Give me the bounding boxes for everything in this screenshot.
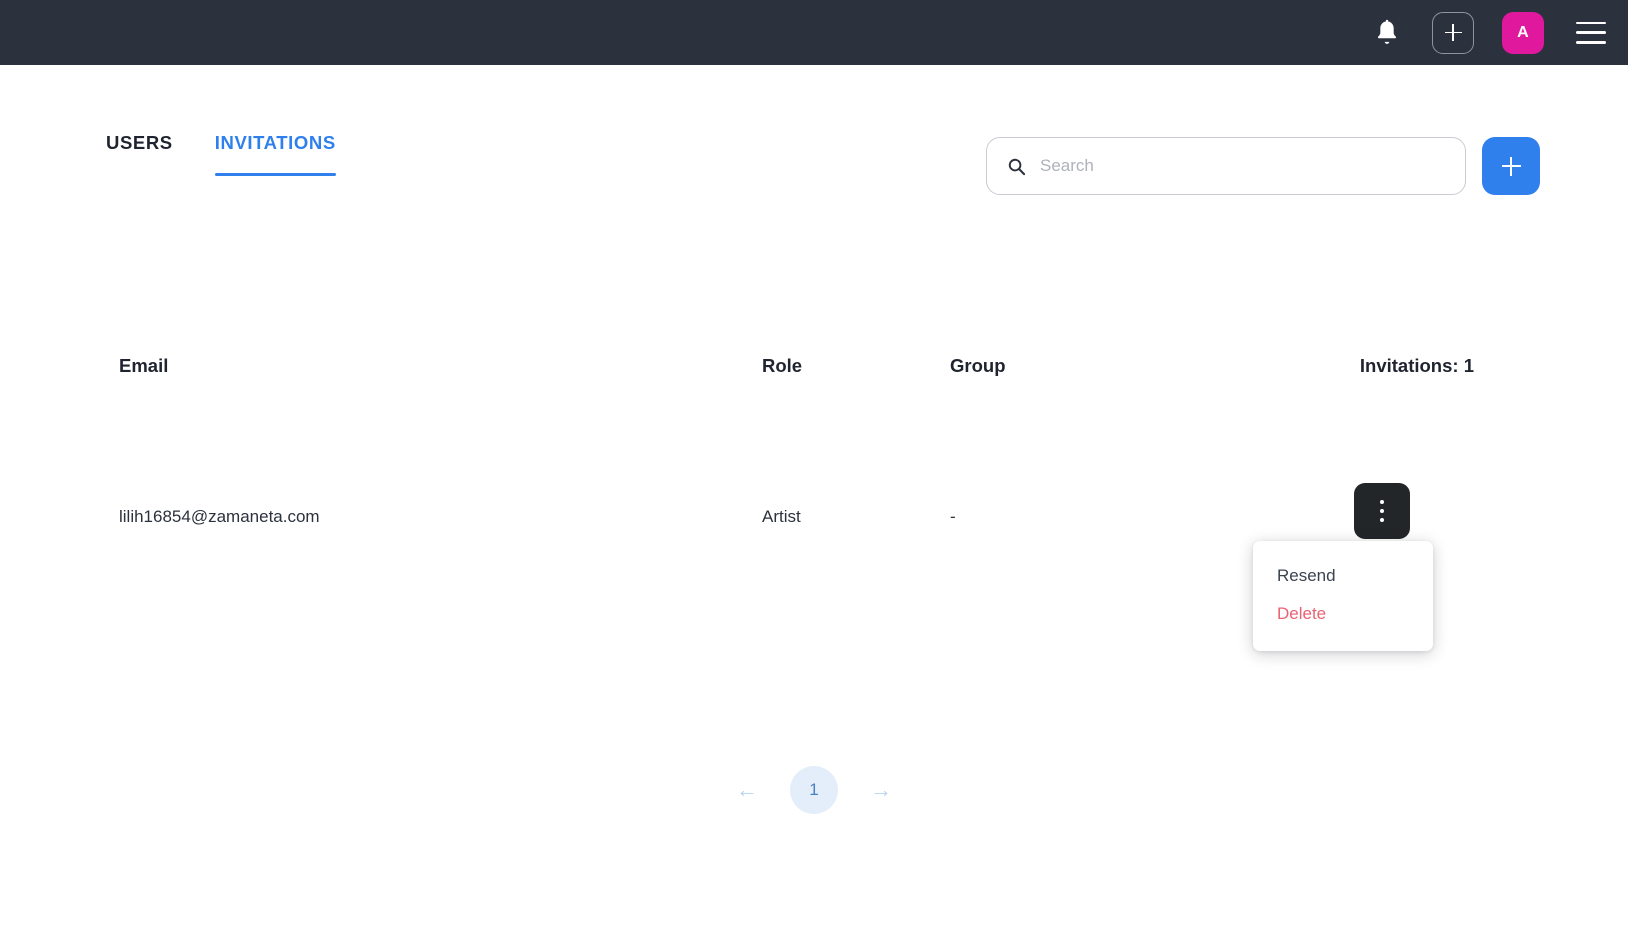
table-header-row: Email Role Group Invitations: 1 — [0, 355, 1628, 401]
invitations-table: Email Role Group Invitations: 1 lilih168… — [0, 355, 1628, 651]
cell-group: - — [950, 507, 956, 526]
add-invitation-button[interactable] — [1482, 137, 1540, 195]
pagination-next-button[interactable]: → — [866, 775, 896, 805]
column-header-email: Email — [119, 355, 169, 376]
notifications-button[interactable] — [1370, 16, 1404, 50]
column-header-role: Role — [762, 355, 803, 376]
tab-users[interactable]: USERS — [106, 132, 173, 176]
search-input[interactable] — [1040, 156, 1445, 176]
menu-item-delete[interactable]: Delete — [1253, 595, 1433, 633]
top-navigation-bar: A — [0, 0, 1628, 65]
kebab-menu-icon — [1379, 499, 1385, 523]
plus-icon — [1444, 24, 1462, 41]
column-header-group: Group — [950, 355, 1006, 376]
pagination-page-1[interactable]: 1 — [790, 766, 838, 814]
search-icon — [1007, 157, 1026, 176]
pagination-prev-button[interactable]: ← — [732, 775, 762, 805]
row-actions-button[interactable] — [1354, 483, 1410, 539]
cell-email: lilih16854@zamaneta.com — [119, 507, 320, 526]
avatar-initial: A — [1517, 23, 1529, 41]
topbar-actions: A — [1370, 11, 1606, 54]
search-box[interactable] — [986, 137, 1466, 195]
pagination: ← 1 → — [0, 766, 1628, 814]
quick-create-button[interactable] — [1432, 11, 1474, 54]
plus-icon — [1501, 156, 1521, 176]
row-actions-menu: Resend Delete — [1253, 541, 1433, 651]
table-row: lilih16854@zamaneta.com Artist - Resend … — [0, 401, 1628, 651]
hamburger-icon[interactable] — [1576, 21, 1606, 44]
tab-invitations[interactable]: INVITATIONS — [214, 132, 336, 176]
avatar[interactable]: A — [1502, 11, 1544, 54]
bell-icon — [1374, 19, 1400, 47]
tab-bar: USERS INVITATIONS — [106, 132, 336, 176]
invitations-count: Invitations: 1 — [1359, 355, 1474, 376]
cell-role: Artist — [762, 507, 801, 526]
menu-item-resend[interactable]: Resend — [1253, 557, 1433, 595]
